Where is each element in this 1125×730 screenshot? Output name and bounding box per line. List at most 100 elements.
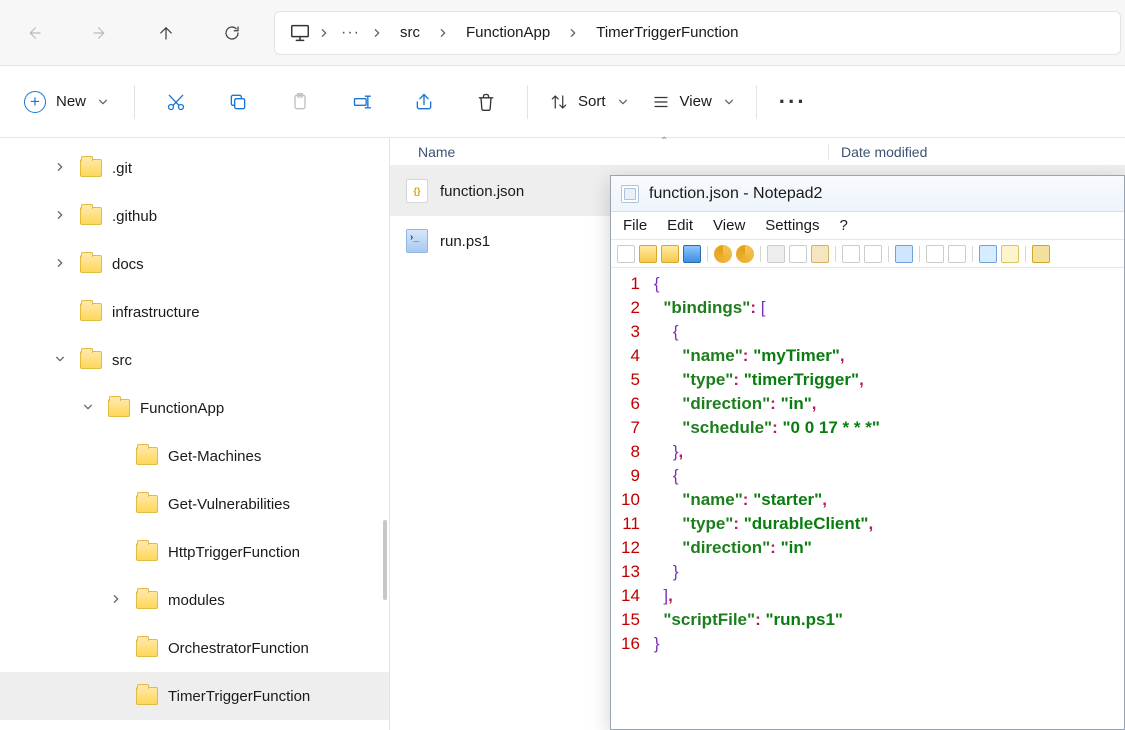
back-button[interactable]	[4, 4, 64, 62]
separator	[756, 85, 757, 119]
toolbar: + New Sort View ···	[0, 66, 1125, 138]
ps1-file-icon	[406, 229, 428, 253]
notepad2-toolbar[interactable]	[611, 240, 1124, 268]
zoom-in-icon[interactable]	[926, 245, 944, 263]
open-file-icon[interactable]	[639, 245, 657, 263]
copy-button[interactable]	[209, 77, 267, 127]
breadcrumb-item[interactable]: src	[390, 18, 430, 47]
twisty-icon[interactable]	[50, 353, 70, 367]
browse-icon[interactable]	[661, 245, 679, 263]
separator	[707, 246, 708, 262]
new-button-label: New	[56, 93, 86, 110]
redo-icon[interactable]	[736, 245, 754, 263]
replace-icon[interactable]	[864, 245, 882, 263]
tree-item-infrastructure[interactable]: infrastructure	[0, 288, 389, 336]
twisty-icon[interactable]	[50, 257, 70, 271]
menu-edit[interactable]: Edit	[667, 217, 693, 234]
chevron-right-icon[interactable]	[368, 28, 386, 38]
folder-icon	[108, 399, 130, 417]
chevron-down-icon	[618, 97, 628, 107]
save-icon[interactable]	[683, 245, 701, 263]
new-file-icon[interactable]	[617, 245, 635, 263]
tree-item-get-vulnerabilities[interactable]: Get-Vulnerabilities	[0, 480, 389, 528]
code-editor[interactable]: 12345678910111213141516 { "bindings": [ …	[611, 268, 1124, 729]
zoom-out-icon[interactable]	[948, 245, 966, 263]
breadcrumb-item[interactable]: TimerTriggerFunction	[586, 18, 748, 47]
rename-button[interactable]	[333, 77, 391, 127]
wordwrap-icon[interactable]	[895, 245, 913, 263]
refresh-icon	[223, 24, 241, 42]
menu-settings[interactable]: Settings	[765, 217, 819, 234]
folder-icon	[136, 639, 158, 657]
tree-item-label: .github	[112, 208, 157, 225]
menu-file[interactable]: File	[623, 217, 647, 234]
more-button[interactable]: ···	[769, 89, 817, 115]
scrollbar-thumb[interactable]	[383, 520, 387, 600]
nav-tree[interactable]: .git .github docsinfrastructuresrcFunction…	[0, 138, 390, 730]
tree-item-label: .git	[112, 160, 132, 177]
tree-item-src[interactable]: src	[0, 336, 389, 384]
tree-item-modules[interactable]: modules	[0, 576, 389, 624]
folder-icon	[136, 447, 158, 465]
scheme-icon[interactable]	[979, 245, 997, 263]
forward-button[interactable]	[70, 4, 130, 62]
line-number-gutter: 12345678910111213141516	[611, 268, 648, 729]
tree-item--github[interactable]: .github	[0, 192, 389, 240]
column-date[interactable]: Date modified	[828, 144, 1125, 160]
separator	[972, 246, 973, 262]
twisty-icon[interactable]	[78, 401, 98, 415]
list-icon	[652, 93, 670, 111]
refresh-button[interactable]	[202, 4, 262, 62]
notepad2-menubar[interactable]: File Edit View Settings?	[611, 212, 1124, 240]
exit-icon[interactable]	[1032, 245, 1050, 263]
view-button[interactable]: View	[642, 87, 744, 117]
cut-button[interactable]	[147, 77, 205, 127]
breadcrumb-item[interactable]: FunctionApp	[456, 18, 560, 47]
arrow-right-icon	[91, 24, 109, 42]
twisty-icon[interactable]	[106, 593, 126, 607]
breadcrumb-overflow[interactable]: ···	[337, 24, 364, 42]
notepad2-titlebar[interactable]: function.json - Notepad2	[611, 176, 1124, 212]
tree-item--git[interactable]: .git	[0, 144, 389, 192]
find-icon[interactable]	[842, 245, 860, 263]
file-name-label: function.json	[440, 183, 524, 200]
twisty-icon[interactable]	[50, 161, 70, 175]
tree-item-timertriggerfunction[interactable]: TimerTriggerFunction	[0, 672, 389, 720]
tree-item-label: TimerTriggerFunction	[168, 688, 310, 705]
arrow-up-icon	[157, 24, 175, 42]
column-name[interactable]: Name	[390, 144, 828, 160]
menu-?[interactable]: ?	[839, 217, 847, 234]
up-button[interactable]	[136, 4, 196, 62]
paste-button[interactable]	[271, 77, 329, 127]
tree-item-docs[interactable]: docs	[0, 240, 389, 288]
chevron-right-icon[interactable]	[315, 28, 333, 38]
chevron-right-icon[interactable]	[434, 28, 452, 38]
new-button[interactable]: + New	[10, 85, 122, 119]
trash-icon	[476, 92, 496, 112]
copy-icon[interactable]	[789, 245, 807, 263]
tree-item-httptriggerfunction[interactable]: HttpTriggerFunction	[0, 528, 389, 576]
pc-icon	[289, 22, 311, 44]
notepad2-window[interactable]: function.json - Notepad2 File Edit View Set…	[610, 175, 1125, 730]
undo-icon[interactable]	[714, 245, 732, 263]
separator	[760, 246, 761, 262]
cut-icon[interactable]	[767, 245, 785, 263]
code-text[interactable]: { "bindings": [ { "name": "myTimer", "ty…	[648, 268, 886, 729]
customize-icon[interactable]	[1001, 245, 1019, 263]
share-icon	[414, 92, 434, 112]
chevron-right-icon[interactable]	[564, 28, 582, 38]
sort-button[interactable]: Sort	[540, 87, 638, 117]
tree-item-label: Get-Vulnerabilities	[168, 496, 290, 513]
delete-button[interactable]	[457, 77, 515, 127]
tree-item-orchestratorfunction[interactable]: OrchestratorFunction	[0, 624, 389, 672]
share-button[interactable]	[395, 77, 453, 127]
column-headers[interactable]: ⌃ Name Date modified	[390, 138, 1125, 166]
tree-item-get-machines[interactable]: Get-Machines	[0, 432, 389, 480]
twisty-icon[interactable]	[50, 209, 70, 223]
folder-icon	[136, 687, 158, 705]
menu-view[interactable]: View	[713, 217, 745, 234]
separator	[527, 85, 528, 119]
tree-item-functionapp[interactable]: FunctionApp	[0, 384, 389, 432]
breadcrumb-bar[interactable]: ··· src FunctionApp TimerTriggerFunction	[274, 11, 1121, 55]
paste-icon[interactable]	[811, 245, 829, 263]
